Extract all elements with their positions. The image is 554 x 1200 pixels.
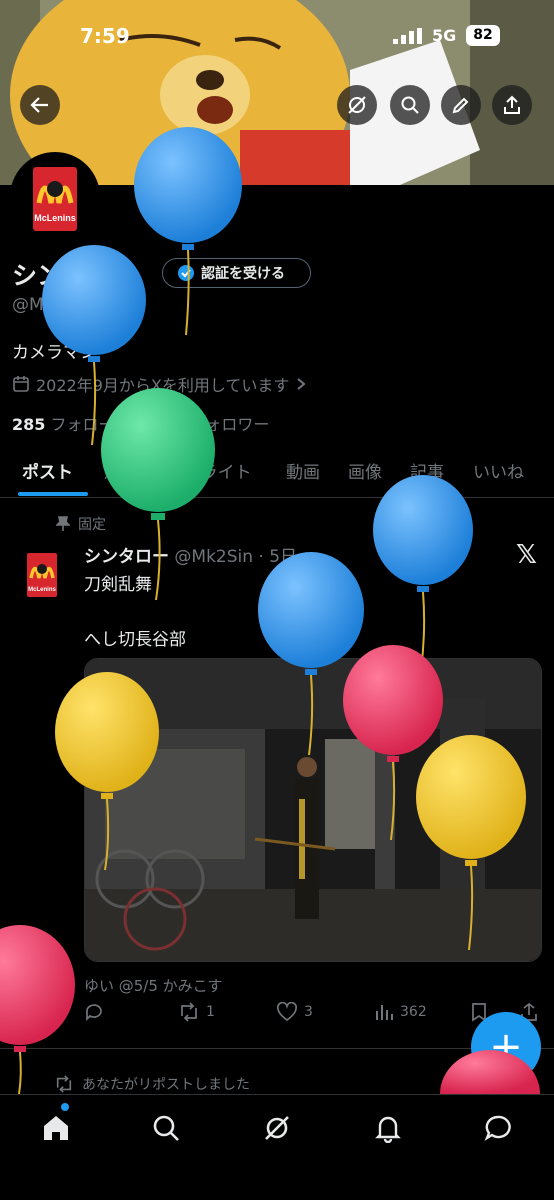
reply-button[interactable] (84, 1002, 110, 1022)
pinned-label: 固定 (78, 517, 106, 533)
photo-credit: ゆい @5/5 かみこす (84, 977, 223, 995)
post-photo[interactable] (84, 658, 542, 962)
chevron-right-icon (297, 378, 306, 390)
avatar-logo-text: McLenins (28, 587, 56, 593)
post-text-line1: 刀剣乱舞 (84, 575, 152, 595)
heart-icon (276, 1002, 298, 1022)
share-button[interactable] (492, 85, 532, 125)
back-button[interactable] (20, 85, 60, 125)
tab-videos[interactable]: 動画 (286, 458, 320, 483)
pencil-icon (452, 97, 469, 114)
like-button[interactable]: 3 (276, 1002, 313, 1022)
joined-date[interactable]: 2022年9月からXを利用しています (12, 372, 307, 396)
views-chart-icon (376, 1005, 393, 1020)
active-tab-indicator (18, 492, 88, 496)
joined-label: 2022年9月からXを利用しています (36, 376, 290, 395)
post-author-meta: @Mk2Sin · 5日 (174, 547, 298, 567)
grok-button[interactable] (337, 85, 377, 125)
post-author-avatar[interactable]: McLenins (12, 545, 72, 605)
reply-icon (86, 1004, 102, 1022)
search-icon[interactable] (151, 1113, 181, 1143)
grok-icon (348, 96, 366, 114)
profile-avatar[interactable]: McLenins (10, 152, 100, 242)
tab-replies[interactable]: 返信 (104, 458, 138, 483)
profile-name: シンタロー (12, 261, 138, 290)
home-icon[interactable] (41, 1113, 71, 1143)
profile-handle: @Mk2Sin (12, 295, 91, 315)
repost-icon (181, 1002, 197, 1022)
search-button[interactable] (390, 85, 430, 125)
pin-icon (56, 516, 70, 531)
battery-indicator: 82 (466, 25, 500, 46)
following-label: フォロー中 (50, 415, 131, 434)
avatar-logo-text: McLenins (34, 213, 76, 223)
messages-icon[interactable] (483, 1113, 513, 1143)
share-icon (504, 95, 520, 114)
profile-bio: カメラマン (12, 343, 97, 363)
profile-tabs: ポスト 返信 ハイライト 動画 画像 記事 いいね (0, 448, 554, 498)
repost-note-label: あなたがリポストしました (82, 1077, 250, 1093)
tab-likes[interactable]: いいね (473, 458, 524, 483)
tab-posts[interactable]: ポスト (22, 458, 73, 483)
x-logo-icon: 𝕏 (516, 540, 537, 570)
edit-button[interactable] (441, 85, 481, 125)
tab-media[interactable]: 画像 (348, 458, 382, 483)
repost-icon (56, 1075, 72, 1093)
network-type: 5G (432, 26, 457, 45)
repost-indicator: あなたがリポストしました (54, 1074, 250, 1094)
post-header: シンタロー @Mk2Sin · 5日 (84, 542, 297, 567)
compose-post-button[interactable]: + (471, 1012, 541, 1082)
post-text-line2: へし切長谷部 (84, 630, 186, 650)
followers-count: 288 (150, 415, 185, 434)
tab-articles[interactable]: 記事 (410, 458, 444, 483)
view-count: 362 (400, 1004, 427, 1020)
following-count: 285 (12, 415, 46, 434)
status-bar: 7:59 5G 82 (0, 22, 554, 52)
follow-stats: 285 フォロー中 288 フォロワー (12, 411, 269, 435)
pinned-indicator: 固定 (56, 514, 106, 534)
views-button[interactable]: 362 (374, 1002, 427, 1022)
repost-count: 1 (206, 1004, 215, 1020)
signal-icon (393, 28, 423, 48)
followers-link[interactable]: 288 フォロワー (151, 415, 270, 434)
post-actions: 1 3 362 (84, 1002, 544, 1026)
bottom-navigation (0, 1094, 554, 1200)
verified-badge-icon (178, 265, 194, 281)
search-icon (401, 96, 419, 114)
following-link[interactable]: 285 フォロー中 (12, 415, 131, 434)
post-author-name[interactable]: シンタロー (84, 547, 169, 567)
like-count: 3 (304, 1004, 313, 1020)
balloon-blue (373, 475, 473, 671)
bell-icon[interactable] (373, 1113, 403, 1143)
balloon-red (0, 925, 75, 1095)
tab-highlights[interactable]: ハイライト (167, 458, 252, 483)
grok-icon[interactable] (262, 1113, 292, 1143)
get-verified-label: 認証を受ける (201, 266, 285, 282)
repost-button[interactable]: 1 (178, 1002, 215, 1022)
arrow-left-icon (30, 97, 48, 113)
home-notification-dot (61, 1103, 69, 1111)
status-time: 7:59 (80, 24, 130, 48)
calendar-icon (13, 376, 29, 392)
followers-label: フォロワー (189, 415, 270, 434)
get-verified-button[interactable]: 認証を受ける (162, 258, 311, 288)
